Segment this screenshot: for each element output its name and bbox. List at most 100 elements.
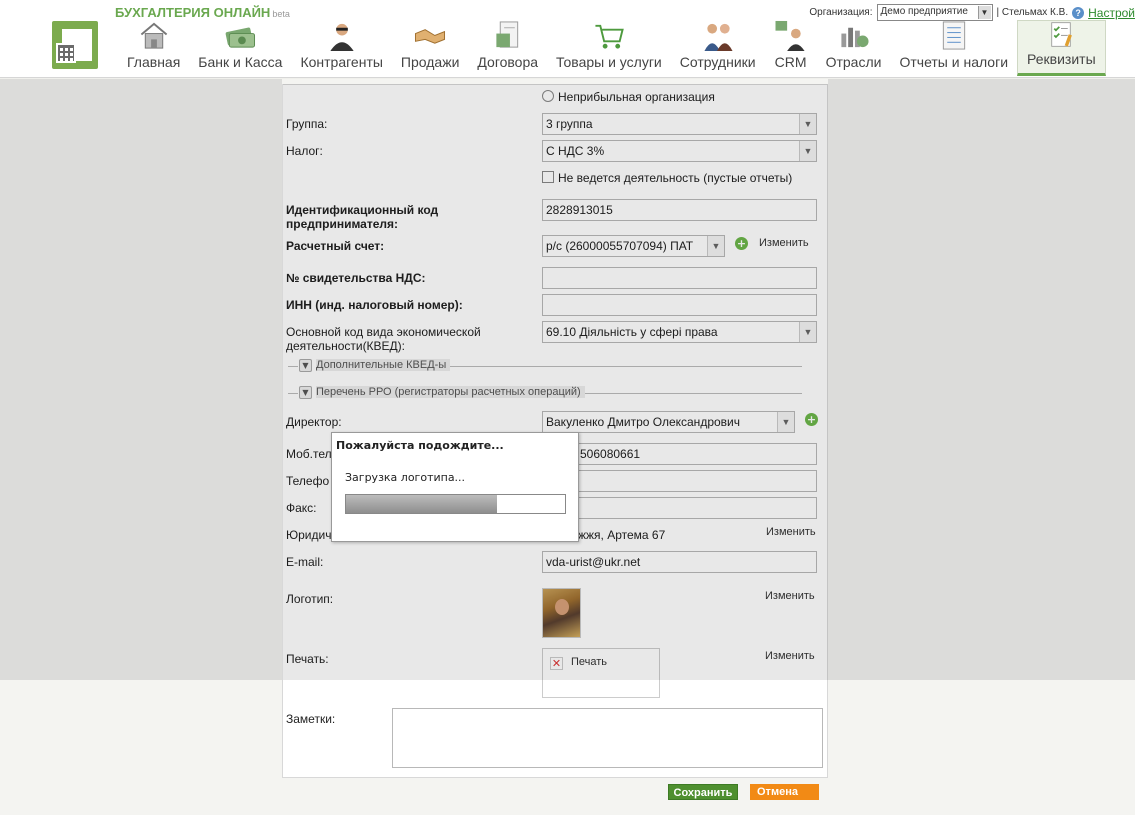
nav-crm[interactable]: CRM xyxy=(765,20,817,76)
modal-backdrop-right xyxy=(828,79,1135,680)
no-activity-label: Не ведется деятельность (пустые отчеты) xyxy=(558,171,793,185)
expand-icon[interactable]: ▼ xyxy=(299,359,312,372)
director-label: Директор: xyxy=(286,415,342,429)
tax-select-value: С НДС 3% xyxy=(546,144,605,158)
notes-label: Заметки: xyxy=(286,712,336,726)
nav-contracts[interactable]: Договора xyxy=(468,20,547,76)
mobile-input[interactable]: 506080661 xyxy=(542,443,817,465)
kved-select[interactable]: 69.10 Діяльність у сфері права ▼ xyxy=(542,321,817,343)
add-director-icon[interactable]: + xyxy=(805,413,818,426)
employees-icon xyxy=(704,23,733,51)
org-select[interactable]: Демо предприятие ▼ xyxy=(876,4,993,21)
app-logo-icon[interactable] xyxy=(52,21,98,69)
group-select-value: 3 группа xyxy=(546,117,593,131)
account-select-value: р/с (26000055707094) ПАТ xyxy=(546,239,694,253)
chevron-down-icon: ▼ xyxy=(799,141,816,161)
org-label: Организация: xyxy=(809,7,873,18)
vat-cert-input[interactable] xyxy=(542,267,817,289)
nav-requisites[interactable]: Реквизиты xyxy=(1017,20,1106,76)
nav-label: Сотрудники xyxy=(679,54,756,70)
contract-icon xyxy=(496,21,518,48)
nonprofit-label: Неприбыльная организация xyxy=(558,90,715,104)
agent-icon xyxy=(330,23,354,51)
brand-name: БУХГАЛТЕРИЯ ОНЛАЙН xyxy=(115,5,271,20)
nav-contractors[interactable]: Контрагенты xyxy=(291,20,391,76)
id-code-label: Идентификационный код предпринимателя: xyxy=(286,203,439,231)
add-account-icon[interactable]: + xyxy=(735,237,748,250)
nav-reports[interactable]: Отчеты и налоги xyxy=(890,20,1017,76)
money-icon xyxy=(226,27,256,48)
legal-address-value: жжя, Артема 67 xyxy=(578,528,666,542)
tax-select[interactable]: С НДС 3% ▼ xyxy=(542,140,817,162)
house-icon xyxy=(140,22,167,49)
setup-link[interactable]: Настрой xyxy=(1088,6,1135,20)
handshake-icon xyxy=(415,29,446,44)
vat-cert-label: № свидетельства НДС: xyxy=(286,271,426,285)
seal-change-link[interactable]: Изменить xyxy=(765,650,815,662)
id-code-value: 2828913015 xyxy=(546,203,613,217)
industry-icon xyxy=(840,27,869,48)
chevron-down-icon: ▼ xyxy=(799,114,816,134)
account-change-link[interactable]: Изменить xyxy=(759,237,809,249)
account-label: Расчетный счет: xyxy=(286,239,385,253)
chevron-down-icon: ▼ xyxy=(977,6,991,19)
group-select[interactable]: 3 группа ▼ xyxy=(542,113,817,135)
help-icon[interactable]: ? xyxy=(1072,6,1085,19)
nav-label: Договора xyxy=(477,54,539,70)
no-activity-checkbox[interactable] xyxy=(542,171,554,183)
app-header: БУХГАЛТЕРИЯ ОНЛАЙН beta Организация: Демо… xyxy=(0,0,1135,78)
id-code-input[interactable]: 2828913015 xyxy=(542,199,817,221)
nav-goods[interactable]: Товары и услуги xyxy=(547,20,671,76)
legal-address-label: Юридич xyxy=(286,528,332,542)
nav-bank[interactable]: Банк и Касса xyxy=(189,20,291,76)
email-label: E-mail: xyxy=(286,555,324,569)
nonprofit-radio[interactable] xyxy=(542,90,554,102)
logo-image xyxy=(542,588,581,638)
dialog-message: Загрузка логотипа... xyxy=(345,471,466,484)
mobile-label: Моб.тел xyxy=(286,447,332,461)
extra-kved-section[interactable]: ▼ Дополнительные КВЕД-ы xyxy=(288,359,802,373)
broken-image-icon: ✕ xyxy=(550,657,563,670)
cancel-button[interactable]: Отмена xyxy=(750,784,819,800)
progress-fill xyxy=(346,495,498,513)
nav-employees[interactable]: Сотрудники xyxy=(671,20,765,76)
nav-label: Главная xyxy=(127,54,181,70)
email-value: vda-urist@ukr.net xyxy=(546,555,641,569)
nav-label: Отчеты и налоги xyxy=(899,54,1009,70)
email-input[interactable]: vda-urist@ukr.net xyxy=(542,551,817,573)
nav-sales[interactable]: Продажи xyxy=(392,20,468,76)
crm-icon xyxy=(775,20,805,51)
fax-label: Факс: xyxy=(286,501,317,515)
nav-industries[interactable]: Отрасли xyxy=(817,20,891,76)
nav-label: Отрасли xyxy=(825,54,882,70)
expand-icon[interactable]: ▼ xyxy=(299,386,312,399)
nav-label: Контрагенты xyxy=(300,54,383,70)
seal-alt-text: Печать xyxy=(571,656,608,668)
address-change-link[interactable]: Изменить xyxy=(766,526,816,538)
notes-textarea[interactable] xyxy=(392,708,823,768)
cart-icon xyxy=(595,24,624,49)
inn-input[interactable] xyxy=(542,294,817,316)
chevron-down-icon: ▼ xyxy=(707,236,724,256)
kved-select-value: 69.10 Діяльність у сфері права xyxy=(546,325,718,339)
save-button[interactable]: Сохранить xyxy=(668,784,738,800)
logo-label: Логотип: xyxy=(286,592,334,606)
director-select[interactable]: Вакуленко Дмитро Олександрович ▼ xyxy=(542,411,795,433)
main-nav: Главная Банк и Касса Контрагенты Продажи… xyxy=(118,20,1106,76)
nav-label: Товары и услуги xyxy=(556,54,662,70)
dialog-title: Пожалуйста подождите... xyxy=(336,439,504,452)
seal-label: Печать: xyxy=(286,652,329,666)
logo-change-link[interactable]: Изменить xyxy=(765,590,815,602)
top-right-bar: Организация: Демо предприятие ▼ | Стельм… xyxy=(809,4,1135,21)
progress-bar xyxy=(345,494,566,514)
director-select-value: Вакуленко Дмитро Олександрович xyxy=(546,415,740,429)
modal-backdrop-left xyxy=(0,79,282,680)
nav-home[interactable]: Главная xyxy=(118,20,189,76)
rro-section[interactable]: ▼ Перечень РРО (регистраторы расчетных о… xyxy=(288,386,802,400)
user-name: | Стельмах К.В. xyxy=(996,7,1069,18)
account-select[interactable]: р/с (26000055707094) ПАТ ▼ xyxy=(542,235,725,257)
fax-input[interactable] xyxy=(542,497,817,519)
brand-title: БУХГАЛТЕРИЯ ОНЛАЙН beta xyxy=(115,5,290,20)
phone-input[interactable] xyxy=(542,470,817,492)
nav-label: Банк и Касса xyxy=(198,54,283,70)
